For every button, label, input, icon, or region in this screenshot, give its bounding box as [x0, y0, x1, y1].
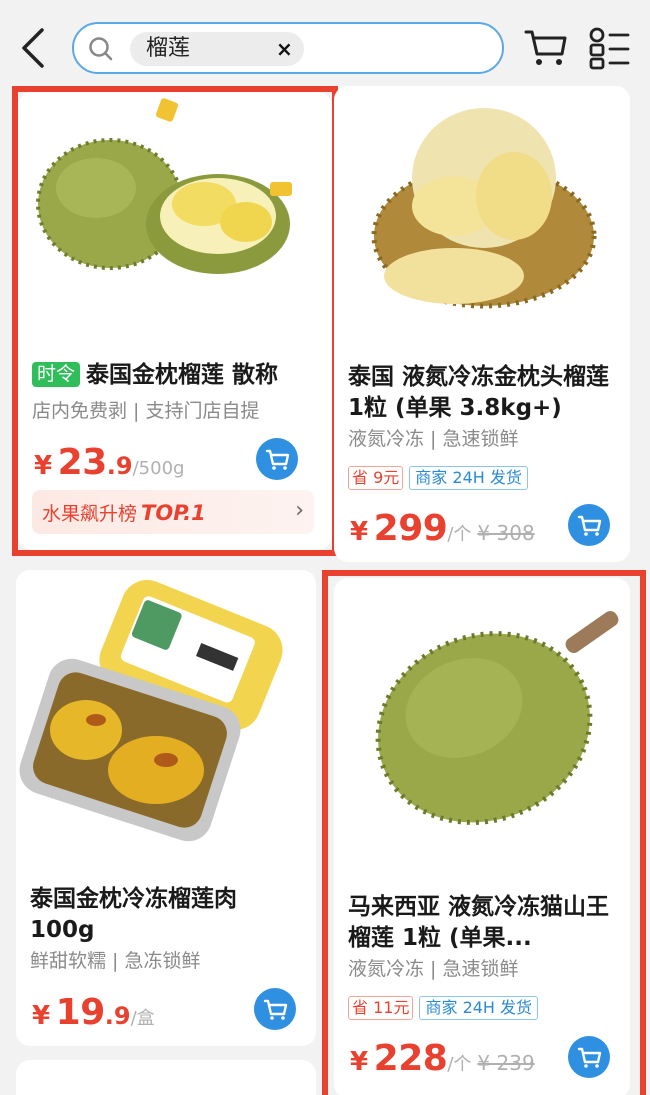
add-to-cart-button[interactable]: [254, 988, 296, 1030]
clear-keyword-button[interactable]: ×: [276, 35, 293, 63]
product-image-open-durian: [334, 86, 630, 336]
product-subtitle: 鲜甜软糯 | 急冻锁鲜: [30, 950, 201, 972]
product-subtitle: 店内免费剥 | 支持门店自提: [32, 400, 260, 422]
cart-icon: [577, 1047, 602, 1068]
product-card-5-partial[interactable]: [16, 1060, 316, 1095]
promo-badges: 省 11元 商家 24H 发货: [348, 996, 539, 1020]
product-image-durian-halves: [18, 92, 332, 332]
top-bar: 榴莲 ×: [0, 0, 650, 90]
product-card-1[interactable]: 时令 泰国金枕榴莲 散称 店内免费剥 | 支持门店自提 ¥ 23.9/500g 水…: [18, 92, 332, 550]
product-title: 时令 泰国金枕榴莲 散称: [32, 360, 322, 391]
product-title: 马来西亚 液氮冷冻猫山王榴莲 1粒 (单果...: [348, 894, 610, 951]
product-subtitle: 液氮冷冻 | 急速锁鲜: [348, 958, 519, 980]
search-keyword-chip[interactable]: 榴莲 ×: [130, 32, 304, 66]
product-card-4[interactable]: 马来西亚 液氮冷冻猫山王榴莲 1粒 (单果... 液氮冷冻 | 急速锁鲜 省 1…: [334, 578, 630, 1095]
product-image-whole-durian: [334, 578, 630, 878]
product-card-2[interactable]: 泰国 液氮冷冻金枕头榴莲 1粒 (单果 3.8kg+) 液氮冷冻 | 急速锁鲜 …: [334, 86, 630, 562]
chevron-right-icon: ›: [295, 498, 304, 523]
product-price: ¥ 228/个 ¥ 239: [350, 1038, 535, 1079]
list-menu-icon[interactable]: [588, 26, 632, 70]
product-price: ¥ 299/个 ¥ 308: [350, 508, 535, 549]
shipping-badge: 商家 24H 发货: [419, 996, 539, 1020]
product-image-frozen-durian-box: [16, 570, 316, 850]
product-subtitle: 液氮冷冻 | 急速锁鲜: [348, 428, 519, 450]
promo-badges: 省 9元 商家 24H 发货: [348, 466, 528, 490]
product-title: 泰国 液氮冷冻金枕头榴莲 1粒 (单果 3.8kg+): [348, 364, 610, 421]
search-bar[interactable]: 榴莲 ×: [72, 22, 504, 74]
cart-icon: [263, 999, 288, 1020]
savings-badge: 省 9元: [348, 466, 404, 490]
product-price: ¥ 23.9/500g: [34, 442, 185, 483]
back-arrow-icon[interactable]: [14, 24, 54, 72]
original-price: ¥ 239: [477, 1051, 535, 1075]
add-to-cart-button[interactable]: [568, 504, 610, 546]
rank-top: TOP.1: [141, 501, 206, 525]
product-title: 泰国金枕冷冻榴莲肉 100g: [30, 886, 237, 943]
savings-badge: 省 11元: [348, 996, 414, 1020]
seasonal-tag: 时令: [32, 362, 81, 387]
cart-icon: [577, 515, 602, 536]
product-card-3[interactable]: 泰国金枕冷冻榴莲肉 100g 鲜甜软糯 | 急冻锁鲜 ¥ 19.9/盒: [16, 570, 316, 1046]
search-keyword: 榴莲: [146, 36, 191, 61]
rank-banner[interactable]: 水果飙升榜 TOP.1 ›: [32, 490, 314, 534]
rank-label: 水果飙升榜: [42, 503, 138, 525]
add-to-cart-button[interactable]: [256, 438, 298, 480]
search-icon: [89, 37, 113, 61]
shipping-badge: 商家 24H 发货: [409, 466, 528, 490]
original-price: ¥ 308: [477, 521, 535, 545]
cart-icon[interactable]: [524, 28, 568, 68]
cart-icon: [265, 449, 290, 470]
product-price: ¥ 19.9/盒: [32, 992, 155, 1033]
add-to-cart-button[interactable]: [568, 1036, 610, 1078]
